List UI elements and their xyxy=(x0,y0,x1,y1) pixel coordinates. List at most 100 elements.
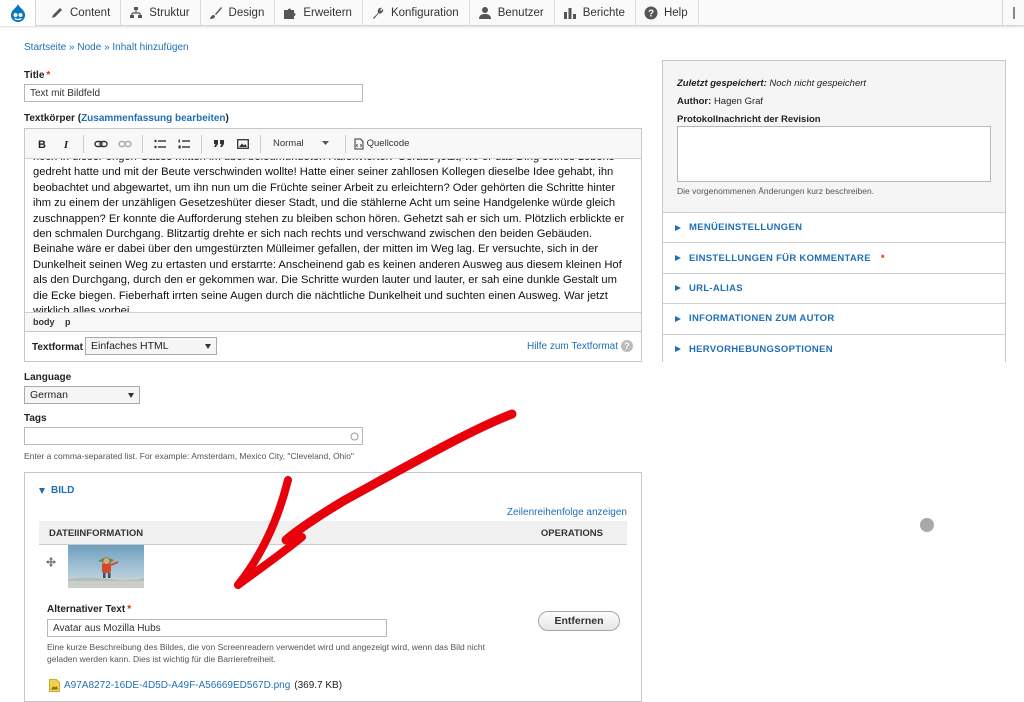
toolbar-separator xyxy=(142,134,143,153)
tags-description: Enter a comma-separated list. For exampl… xyxy=(24,451,354,461)
alt-text-input[interactable]: Avatar aus Mozilla Hubs xyxy=(47,619,387,637)
toolbar-item-label: Benutzer xyxy=(497,7,544,19)
toolbar-item-konfiguration[interactable]: Konfiguration xyxy=(363,0,470,26)
textformat-help-link[interactable]: Hilfe zum Textformat ? xyxy=(527,340,633,352)
triangle-down-icon xyxy=(39,487,45,494)
show-row-weights-link[interactable]: Zeilenreihenfolge anzeigen xyxy=(507,507,627,518)
source-code-icon xyxy=(354,138,364,149)
title-input[interactable]: Text mit Bildfeld xyxy=(24,84,363,102)
triangle-right-icon xyxy=(675,346,681,353)
chevron-down-icon xyxy=(321,141,329,145)
link-icon xyxy=(94,140,108,147)
sidebar-meta: Zuletzt gespeichert: Noch nicht gespeich… xyxy=(663,61,1005,129)
image-file-icon xyxy=(49,679,60,692)
toolbar-item-label: Berichte xyxy=(582,7,625,19)
blockquote-button[interactable] xyxy=(208,134,230,154)
editor-paragraph: noch in dieser engen Gasse mitten im übe… xyxy=(33,159,625,312)
autocomplete-throbber-icon xyxy=(350,432,359,441)
triangle-right-icon xyxy=(675,285,681,292)
accordion-author-info[interactable]: INFORMATIONEN ZUM AUTOR xyxy=(663,303,1005,334)
alt-text-label-text: Alternativer Text xyxy=(47,604,126,615)
admin-toolbar: Content Struktur Design Erweitern Konfig… xyxy=(0,0,1024,26)
quote-icon xyxy=(214,140,224,147)
tags-input[interactable] xyxy=(24,427,363,445)
file-link[interactable]: A97A8272-16DE-4D5D-A49F-A56669ED567D.png xyxy=(64,680,290,691)
alt-text-label: Alternativer Text * xyxy=(47,604,131,615)
triangle-right-icon xyxy=(675,224,681,231)
drag-handle-icon[interactable] xyxy=(46,557,56,567)
accordion-url-alias[interactable]: URL-ALIAS xyxy=(663,272,1005,304)
drupal-logo-icon[interactable] xyxy=(0,0,36,26)
language-label: Language xyxy=(24,372,72,383)
revision-log-textarea[interactable] xyxy=(677,126,991,182)
toolbar-orientation-toggle[interactable] xyxy=(1002,0,1024,26)
image-fieldset-toggle[interactable]: BILD xyxy=(39,485,74,496)
author-line: Author: Hagen Graf xyxy=(677,93,991,111)
format-dropdown-value: Normal xyxy=(273,138,304,149)
editor-content[interactable]: noch in dieser engen Gasse mitten im übe… xyxy=(25,159,641,312)
last-saved-label: Zuletzt gespeichert: xyxy=(677,78,767,89)
unlink-icon xyxy=(118,140,132,147)
breadcrumb-current-link[interactable]: Inhalt hinzufügen xyxy=(112,42,188,53)
alt-text-description-line: geladen werden kann. Dies ist wichtig fü… xyxy=(47,654,276,664)
source-button[interactable]: Quellcode xyxy=(352,138,409,150)
sidebar-accordion: MENÜEINSTELLUNGEN EINSTELLUNGEN FÜR KOMM… xyxy=(663,212,1005,364)
body-editor: B I Normal Quellcode noch in dieser eng xyxy=(24,128,642,332)
numbered-list-button[interactable] xyxy=(173,134,195,154)
remove-button[interactable]: Entfernen xyxy=(538,611,620,631)
breadcrumb-separator: » xyxy=(69,42,75,53)
italic-icon: I xyxy=(63,139,69,149)
column-header-file-info: DATEIINFORMATION xyxy=(49,528,144,539)
bold-button[interactable]: B xyxy=(31,134,53,154)
triangle-right-icon xyxy=(675,255,681,262)
textformat-label: Textformat xyxy=(32,342,83,353)
bar-chart-icon xyxy=(563,8,576,19)
image-fieldset: BILD Zeilenreihenfolge anzeigen DATEIINF… xyxy=(24,472,642,702)
image-button[interactable] xyxy=(232,134,254,154)
toolbar-item-label: Struktur xyxy=(149,7,190,19)
author-label: Author: xyxy=(677,96,712,107)
alt-text-description-line: Eine kurze Beschreibung des Bildes, die … xyxy=(47,642,486,652)
toolbar-item-design[interactable]: Design xyxy=(201,0,276,26)
numbered-list-icon xyxy=(178,139,190,148)
title-label: Title * xyxy=(24,70,50,81)
toolbar-item-erweitern[interactable]: Erweitern xyxy=(275,0,363,26)
image-table-header: DATEIINFORMATION OPERATIONS xyxy=(39,521,627,545)
help-icon: ? xyxy=(644,6,658,20)
wrench-icon xyxy=(372,7,384,19)
link-button[interactable] xyxy=(90,134,112,154)
breadcrumb: Startseite » Node » Inhalt hinzufügen xyxy=(24,42,189,53)
toolbar-item-struktur[interactable]: Struktur xyxy=(121,0,201,26)
breadcrumb-home-link[interactable]: Startseite xyxy=(24,42,66,53)
accordion-label: EINSTELLUNGEN FÜR KOMMENTARE xyxy=(689,252,871,264)
textformat-select[interactable]: Einfaches HTML xyxy=(85,337,217,355)
triangle-right-icon xyxy=(675,315,681,322)
bulleted-list-button[interactable] xyxy=(149,134,171,154)
last-saved-value: Noch nicht gespeichert xyxy=(769,78,867,89)
image-thumbnail xyxy=(68,545,144,588)
unlink-button[interactable] xyxy=(114,134,136,154)
toolbar-item-label: Konfiguration xyxy=(390,7,459,19)
breadcrumb-node-link[interactable]: Node xyxy=(77,42,101,53)
title-label-text: Title xyxy=(24,70,45,81)
path-item-p[interactable]: p xyxy=(65,317,71,327)
toolbar-item-label: Erweitern xyxy=(303,7,352,19)
toolbar-item-content[interactable]: Content xyxy=(42,0,122,26)
revision-log-description: Die vorgenommenen Änderungen kurz beschr… xyxy=(677,186,875,196)
paragraph-format-dropdown[interactable]: Normal xyxy=(267,138,339,149)
required-marker: * xyxy=(127,604,132,615)
body-label-text: Textkörper xyxy=(24,113,75,124)
language-select[interactable]: German xyxy=(24,386,140,404)
accordion-promotion-options[interactable]: HERVORHEBUNGSOPTIONEN xyxy=(663,333,1005,364)
toolbar-item-benutzer[interactable]: Benutzer xyxy=(470,0,555,26)
edit-summary-link[interactable]: Zusammenfassung bearbeiten xyxy=(81,113,225,124)
accordion-comment-settings[interactable]: EINSTELLUNGEN FÜR KOMMENTARE * xyxy=(663,242,1005,273)
image-fieldset-legend: BILD xyxy=(51,485,75,496)
toolbar-separator xyxy=(344,134,346,153)
italic-button[interactable]: I xyxy=(55,134,77,154)
toolbar-item-berichte[interactable]: Berichte xyxy=(555,0,636,26)
toolbar-item-help[interactable]: ? Help xyxy=(636,0,699,26)
path-item-body[interactable]: body xyxy=(33,317,55,327)
accordion-menu-settings[interactable]: MENÜEINSTELLUNGEN xyxy=(663,212,1005,243)
bold-icon: B xyxy=(38,139,46,149)
